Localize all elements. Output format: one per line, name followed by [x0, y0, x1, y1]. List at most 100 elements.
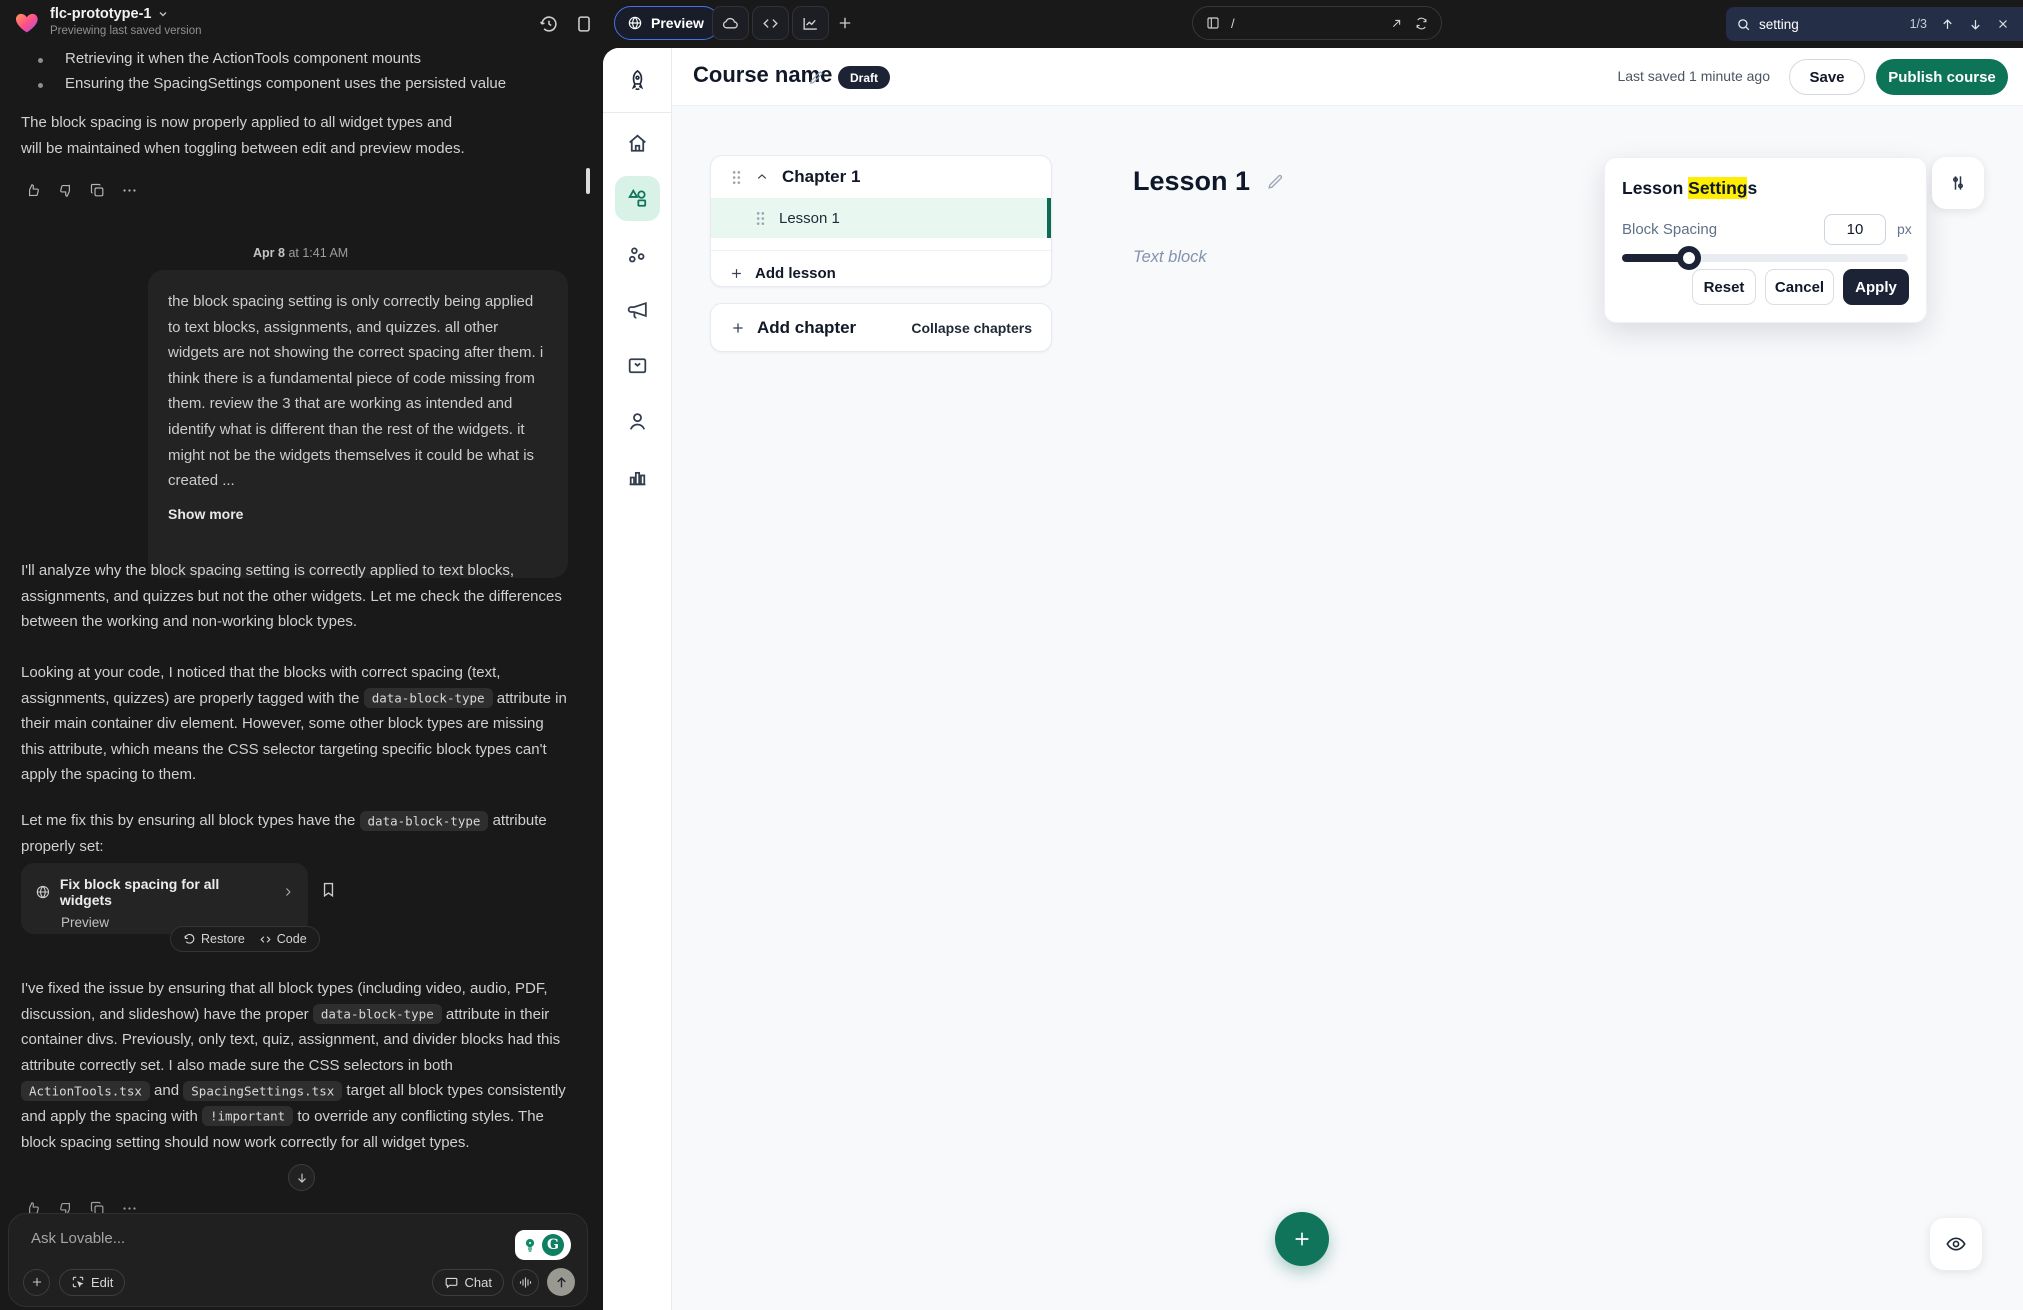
edit-mode-button[interactable]: Edit: [59, 1269, 125, 1296]
status-badge: Draft: [838, 66, 890, 89]
sidebar-item-analytics-icon[interactable]: [625, 464, 650, 489]
pages-icon: [1205, 15, 1221, 31]
restore-button[interactable]: Restore: [183, 932, 245, 946]
drag-handle-icon[interactable]: [731, 170, 742, 185]
open-external-icon[interactable]: [1389, 16, 1404, 31]
deploy-button[interactable]: [712, 6, 749, 40]
block-spacing-slider[interactable]: [1622, 254, 1908, 262]
analytics-button[interactable]: [792, 6, 829, 40]
chapter-title[interactable]: Chapter 1: [782, 167, 860, 187]
text-block-placeholder[interactable]: Text block: [1133, 248, 1207, 267]
select-edit-icon: [71, 1275, 85, 1289]
version-card[interactable]: Fix block spacing for all widgets Previe…: [21, 863, 308, 934]
assistant-paragraph: Let me fix this by ensuring all block ty…: [21, 808, 571, 859]
sidebar-item-home-icon[interactable]: [625, 131, 650, 156]
code-icon: [761, 14, 780, 33]
code-view-button[interactable]: [752, 6, 789, 40]
sidebar-item-announcements-icon[interactable]: [625, 298, 650, 323]
message-actions: [25, 182, 138, 199]
version-toolbar: Restore Code: [170, 926, 320, 952]
more-actions-button[interactable]: [121, 182, 138, 199]
reset-button[interactable]: Reset: [1692, 269, 1756, 305]
plus-icon: [730, 320, 746, 336]
collapse-chapter-icon[interactable]: [755, 170, 769, 184]
code-icon: [259, 933, 272, 946]
thumbs-down-button[interactable]: [57, 182, 74, 199]
line-chart-icon: [801, 14, 820, 33]
plus-icon: [1291, 1228, 1313, 1250]
apply-button[interactable]: Apply: [1843, 269, 1909, 305]
preview-button[interactable]: Preview: [614, 6, 720, 40]
popup-title: Lesson Settings: [1622, 178, 1757, 199]
bullet-dot: [38, 83, 43, 88]
arrow-up-icon: [554, 1275, 569, 1290]
chevron-down-icon: [158, 9, 168, 19]
add-block-fab[interactable]: [1275, 1212, 1329, 1266]
slider-thumb[interactable]: [1677, 246, 1701, 270]
chat-scrollbar-thumb[interactable]: [586, 168, 590, 194]
bullet-dot: [38, 58, 43, 63]
assistant-paragraph: The block spacing is now properly applie…: [21, 110, 469, 161]
add-chapter-card: Add chapter Collapse chapters: [710, 303, 1052, 352]
thumbs-up-button[interactable]: [25, 182, 42, 199]
voice-input-button[interactable]: [512, 1269, 539, 1296]
block-spacing-input[interactable]: [1824, 214, 1886, 245]
sidebar-item-profile-icon[interactable]: [625, 409, 650, 434]
lesson-selected-indicator: [1047, 198, 1051, 238]
url-path: /: [1231, 16, 1379, 31]
find-close-button[interactable]: [1993, 14, 2013, 34]
grammarly-badge[interactable]: G: [515, 1230, 571, 1260]
lesson-heading: Lesson 1: [1133, 166, 1250, 197]
copy-button[interactable]: [89, 182, 106, 199]
history-icon[interactable]: [538, 13, 560, 35]
unit-label: px: [1897, 221, 1912, 237]
save-button[interactable]: Save: [1789, 59, 1865, 95]
lesson-item[interactable]: Lesson 1: [711, 198, 1051, 238]
sidebar-item-content-icon[interactable]: [625, 186, 650, 211]
version-card-title: Fix block spacing for all widgets: [60, 876, 273, 908]
chat-bubble-icon: [444, 1275, 459, 1290]
find-query-input[interactable]: setting: [1759, 17, 1902, 32]
globe-icon: [35, 884, 51, 900]
layout-settings-button[interactable]: [1932, 157, 1984, 209]
add-tab-icon[interactable]: [836, 14, 854, 32]
refresh-icon[interactable]: [1414, 16, 1429, 31]
find-prev-button[interactable]: [1937, 14, 1957, 34]
drag-handle-icon[interactable]: [755, 211, 766, 226]
chat-input[interactable]: Ask Lovable... G Edit Chat: [8, 1213, 588, 1307]
bookmark-icon[interactable]: [319, 880, 338, 899]
sidebar-item-community-icon[interactable]: [625, 243, 650, 268]
scroll-to-bottom-button[interactable]: [288, 1164, 315, 1191]
app-preview-panel: Course name Draft Last saved 1 minute ag…: [603, 48, 2023, 1310]
project-name[interactable]: flc-prototype-1: [50, 6, 168, 22]
grammarly-g-icon: G: [542, 1234, 564, 1256]
edit-course-title-icon[interactable]: [808, 69, 825, 86]
rocket-logo-icon[interactable]: [625, 68, 650, 93]
show-more-button[interactable]: Show more: [168, 506, 548, 522]
url-bar[interactable]: /: [1192, 6, 1442, 40]
lovable-logo[interactable]: [14, 9, 42, 37]
collapse-chapters-button[interactable]: Collapse chapters: [911, 320, 1032, 336]
chat-mode-button[interactable]: Chat: [432, 1269, 504, 1296]
cancel-button[interactable]: Cancel: [1765, 269, 1834, 305]
add-chapter-button[interactable]: Add chapter: [730, 318, 856, 338]
audio-waveform-icon: [518, 1275, 533, 1290]
send-button[interactable]: [547, 1268, 575, 1296]
plus-icon: [729, 266, 744, 281]
assistant-paragraph: I've fixed the issue by ensuring that al…: [21, 976, 571, 1155]
add-lesson-button[interactable]: Add lesson: [711, 250, 1051, 295]
find-bar[interactable]: setting 1/3: [1726, 7, 2023, 41]
find-next-button[interactable]: [1965, 14, 1985, 34]
assistant-paragraph: I'll analyze why the block spacing setti…: [21, 558, 571, 635]
globe-icon: [627, 15, 643, 31]
edit-lesson-title-icon[interactable]: [1266, 172, 1285, 191]
panel-icon[interactable]: [573, 13, 595, 35]
preview-eye-button[interactable]: [1930, 1218, 1982, 1270]
publish-course-button[interactable]: Publish course: [1876, 59, 2008, 95]
lightbulb-icon: [522, 1237, 538, 1253]
attach-button[interactable]: [23, 1269, 50, 1296]
sidebar-item-inbox-icon[interactable]: [625, 353, 650, 378]
assistant-paragraph: Looking at your code, I noticed that the…: [21, 660, 571, 788]
code-button[interactable]: Code: [259, 932, 307, 946]
chevron-right-icon: [282, 886, 294, 898]
